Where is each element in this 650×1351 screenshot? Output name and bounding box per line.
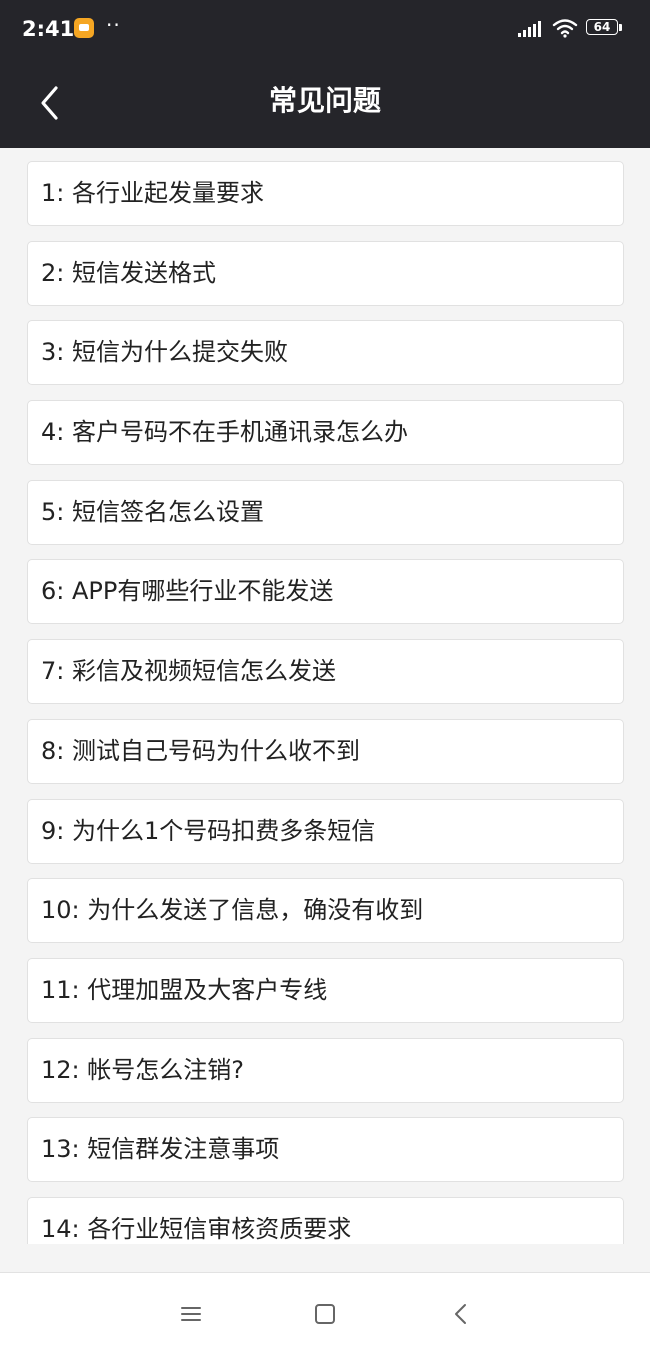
- app-header: 2:41 ·· 64 常见问题: [0, 0, 650, 148]
- status-time: 2:41: [22, 17, 75, 41]
- system-menu-button[interactable]: [171, 1297, 211, 1337]
- faq-item[interactable]: 3: 短信为什么提交失败: [27, 320, 624, 386]
- status-bar: 2:41 ·· 64: [0, 0, 650, 58]
- faq-list: 1: 各行业起发量要求 2: 短信发送格式 3: 短信为什么提交失败 4: 客户…: [27, 161, 624, 1244]
- more-dots-icon: ··: [106, 13, 121, 37]
- faq-content: 1: 各行业起发量要求 2: 短信发送格式 3: 短信为什么提交失败 4: 客户…: [0, 148, 650, 1244]
- battery-level: 64: [593, 20, 611, 34]
- notification-icon: [74, 18, 94, 38]
- menu-icon: [181, 1307, 201, 1321]
- faq-item[interactable]: 8: 测试自己号码为什么收不到: [27, 718, 624, 784]
- page-title: 常见问题: [268, 84, 381, 117]
- square-icon: [315, 1304, 335, 1324]
- wifi-icon: [552, 18, 578, 42]
- signal-icon: [518, 20, 542, 42]
- system-home-button[interactable]: [305, 1297, 345, 1337]
- battery-icon: 64: [586, 19, 622, 37]
- faq-item[interactable]: 4: 客户号码不在手机通讯录怎么办: [27, 400, 624, 466]
- battery-tip: [619, 24, 622, 31]
- system-back-button[interactable]: [441, 1297, 481, 1337]
- faq-item[interactable]: 7: 彩信及视频短信怎么发送: [27, 639, 624, 705]
- faq-item[interactable]: 12: 帐号怎么注销?: [27, 1037, 624, 1103]
- faq-item[interactable]: 2: 短信发送格式: [27, 240, 624, 306]
- system-navigation-bar: [0, 1273, 650, 1351]
- back-button[interactable]: [26, 76, 80, 130]
- faq-item[interactable]: 9: 为什么1个号码扣费多条短信: [27, 798, 624, 864]
- navigation-bar: 常见问题: [0, 58, 650, 148]
- faq-item[interactable]: 13: 短信群发注意事项: [27, 1117, 624, 1183]
- faq-item[interactable]: 14: 各行业短信审核资质要求: [27, 1196, 624, 1244]
- chevron-left-icon: [455, 1304, 466, 1324]
- faq-item[interactable]: 6: APP有哪些行业不能发送: [27, 559, 624, 625]
- chevron-left-icon: [41, 86, 58, 120]
- faq-item[interactable]: 10: 为什么发送了信息，确没有收到: [27, 878, 624, 944]
- faq-item[interactable]: 1: 各行业起发量要求: [27, 161, 624, 226]
- faq-item[interactable]: 5: 短信签名怎么设置: [27, 479, 624, 545]
- faq-item[interactable]: 11: 代理加盟及大客户专线: [27, 957, 624, 1023]
